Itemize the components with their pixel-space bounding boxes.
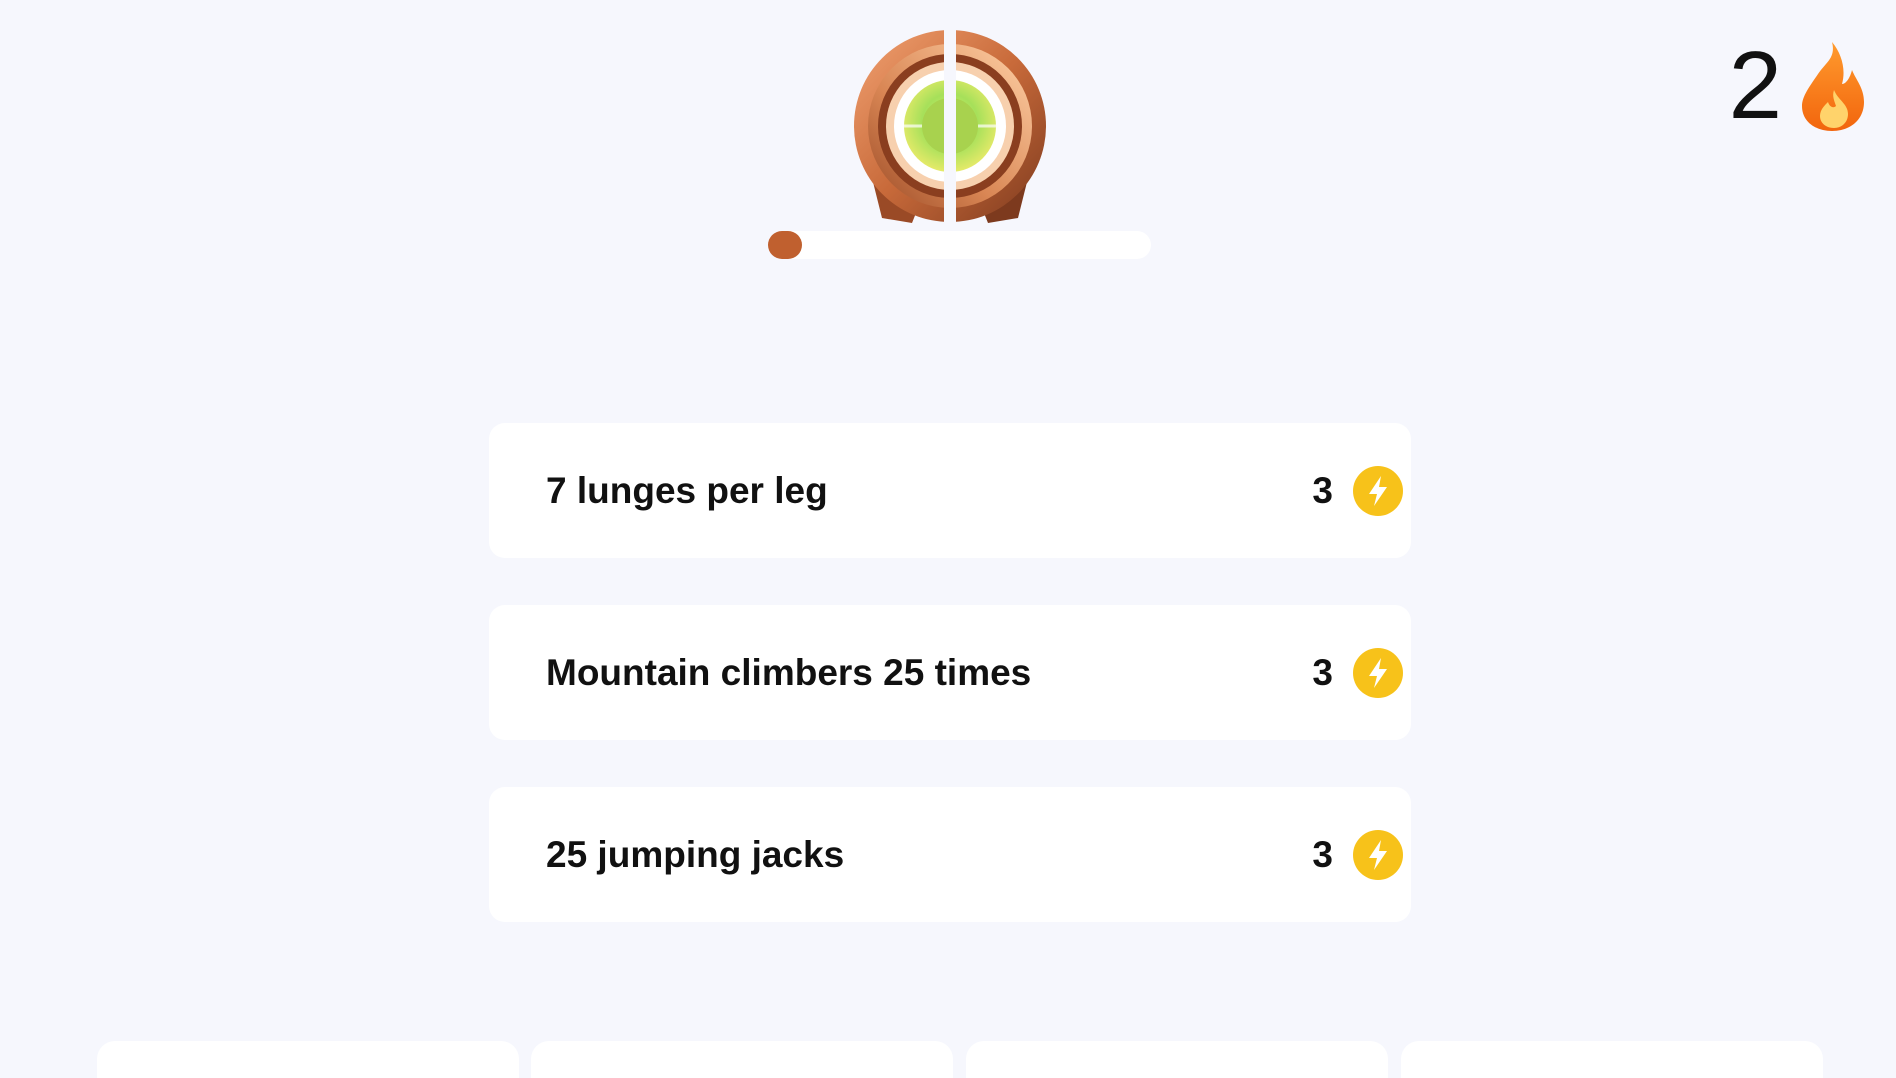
task-reward: 3 — [1312, 466, 1403, 516]
task-item[interactable]: Mountain climbers 25 times 3 — [489, 605, 1411, 740]
bottom-card[interactable] — [531, 1041, 953, 1078]
task-item[interactable]: 7 lunges per leg 3 — [489, 423, 1411, 558]
lightning-bolt-icon — [1353, 830, 1403, 880]
task-list: 7 lunges per leg 3 Mountain climbers 25 … — [489, 423, 1411, 969]
badge-progress-fill — [768, 231, 802, 259]
bottom-card[interactable] — [1401, 1041, 1823, 1078]
lightning-bolt-icon — [1353, 648, 1403, 698]
task-reward: 3 — [1312, 830, 1403, 880]
task-label: 25 jumping jacks — [546, 834, 845, 875]
reward-value: 3 — [1312, 470, 1333, 511]
bottom-card-row — [97, 1041, 1823, 1078]
task-label: 7 lunges per leg — [546, 470, 828, 511]
streak-counter: 2 — [1729, 38, 1868, 134]
reward-value: 3 — [1312, 834, 1333, 875]
task-label: Mountain climbers 25 times — [546, 652, 1032, 693]
streak-count: 2 — [1728, 32, 1782, 139]
badge-progress-bar — [768, 231, 1151, 259]
daily-challenges-screen: 2 7 lunges per leg 3 Mountain climbers 2… — [0, 0, 1896, 1078]
flame-icon — [1796, 40, 1868, 132]
task-reward: 3 — [1312, 648, 1403, 698]
lightning-bolt-icon — [1353, 466, 1403, 516]
bronze-medal-icon — [852, 28, 1048, 224]
reward-value: 3 — [1312, 652, 1333, 693]
bottom-card[interactable] — [966, 1041, 1388, 1078]
task-item[interactable]: 25 jumping jacks 3 — [489, 787, 1411, 922]
bottom-card[interactable] — [97, 1041, 519, 1078]
